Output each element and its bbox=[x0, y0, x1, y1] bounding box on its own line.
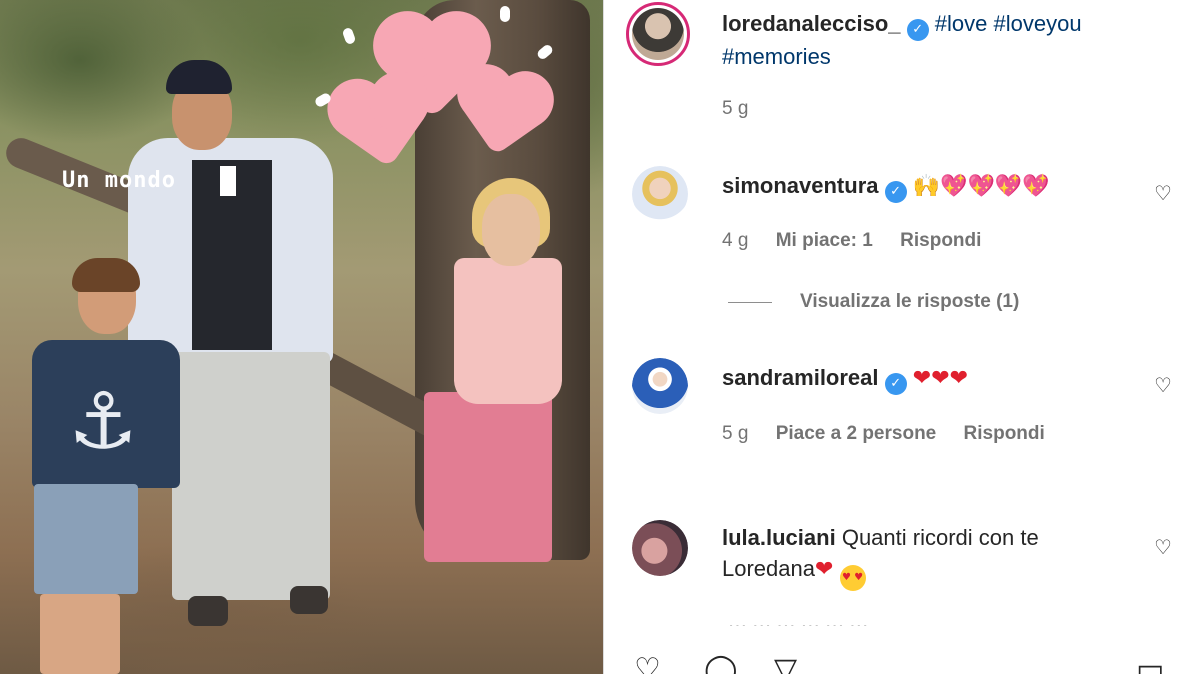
comment-username[interactable]: sandramiloreal bbox=[722, 365, 879, 390]
author-username[interactable]: loredanalecciso_ bbox=[722, 11, 901, 36]
hashtag-link[interactable]: #memories bbox=[722, 44, 831, 69]
view-replies-link[interactable]: Visualizza le risposte (1) bbox=[800, 291, 1019, 313]
hashtag-link[interactable]: #loveyou bbox=[994, 11, 1082, 36]
heart-outline-icon[interactable]: ♡ bbox=[1154, 374, 1176, 396]
comment-time[interactable]: 5 g bbox=[722, 423, 748, 444]
comment-time[interactable]: 4 g bbox=[722, 230, 748, 251]
heart-outline-icon[interactable]: ♡ bbox=[634, 650, 674, 674]
boy-legs bbox=[40, 594, 120, 674]
post-photo[interactable]: ⚓ Un mondo bbox=[0, 0, 603, 674]
reply-button[interactable]: Rispondi bbox=[964, 423, 1045, 444]
comment-bubble-icon[interactable]: ◯ bbox=[704, 650, 744, 674]
comment-username[interactable]: simonaventura bbox=[722, 173, 879, 198]
story-text-overlay: Un mondo bbox=[62, 168, 176, 193]
heart-outline-icon[interactable]: ♡ bbox=[1154, 182, 1176, 204]
post-caption: loredanalecciso_ ✓ #love #loveyou #memor… bbox=[722, 8, 1182, 72]
post-action-bar: ♡ ◯ ▽ ▭ bbox=[604, 650, 1200, 674]
post-meta: 5 g bbox=[722, 98, 770, 120]
man-trousers bbox=[172, 352, 330, 600]
next-comment-partial: ⋯ ⋯ ⋯ ⋯ ⋯ ⋯ bbox=[728, 612, 998, 626]
comment-meta: 4 g Mi piace: 1 Rispondi bbox=[722, 230, 1003, 252]
paper-plane-icon[interactable]: ▽ bbox=[774, 650, 814, 674]
hashtag-link[interactable]: #love bbox=[935, 11, 988, 36]
boy-shorts bbox=[34, 484, 138, 594]
comment-meta: 5 g Piace a 2 persone Rispondi bbox=[722, 423, 1067, 445]
comment-emojis: 🙌💖💖💖💖 bbox=[912, 174, 1050, 199]
girl-trousers bbox=[424, 392, 552, 562]
verified-badge-icon: ✓ bbox=[884, 373, 907, 395]
comment-body: simonaventura ✓ 🙌💖💖💖💖 bbox=[722, 170, 1152, 203]
comment-username[interactable]: lula.luciani bbox=[722, 525, 836, 550]
heart-eyes-face-icon: ♥ ♥ bbox=[839, 565, 866, 591]
verified-badge-icon: ✓ bbox=[906, 19, 929, 41]
commenter-avatar[interactable] bbox=[632, 520, 688, 576]
commenter-avatar[interactable] bbox=[632, 166, 688, 222]
post-time[interactable]: 5 g bbox=[722, 98, 748, 119]
boy-hair bbox=[72, 258, 140, 292]
comment-body: lula.luciani Quanti ricordi con te Lored… bbox=[722, 522, 1152, 591]
author-avatar[interactable] bbox=[626, 2, 690, 66]
anchor-print-icon: ⚓ bbox=[68, 377, 138, 467]
comment-likes[interactable]: Mi piace: 1 bbox=[776, 230, 873, 251]
girl-figure bbox=[454, 258, 562, 404]
man-shoe bbox=[290, 586, 328, 614]
man-shoe bbox=[188, 596, 228, 626]
text-cursor bbox=[220, 166, 236, 196]
comment-emojis: ❤ bbox=[814, 557, 834, 582]
comments-panel: loredanalecciso_ ✓ #love #loveyou #memor… bbox=[604, 0, 1200, 674]
comment-body: sandramiloreal ✓ ❤❤❤ bbox=[722, 362, 1152, 395]
comment-text: Quanti ricordi con te bbox=[841, 525, 1039, 550]
heart-outline-icon[interactable]: ♡ bbox=[1154, 536, 1176, 558]
reply-button[interactable]: Rispondi bbox=[900, 230, 981, 251]
bookmark-icon[interactable]: ▭ bbox=[1136, 650, 1176, 674]
verified-badge-icon: ✓ bbox=[884, 181, 907, 203]
comment-likes[interactable]: Piace a 2 persone bbox=[776, 423, 937, 444]
girl-head bbox=[482, 194, 540, 266]
comment-text-continued: Loredana bbox=[722, 556, 815, 581]
replies-divider bbox=[728, 302, 772, 303]
commenter-avatar[interactable] bbox=[632, 358, 688, 414]
sparkle-dot bbox=[500, 6, 510, 22]
comment-emojis: ❤❤❤ bbox=[912, 366, 969, 391]
